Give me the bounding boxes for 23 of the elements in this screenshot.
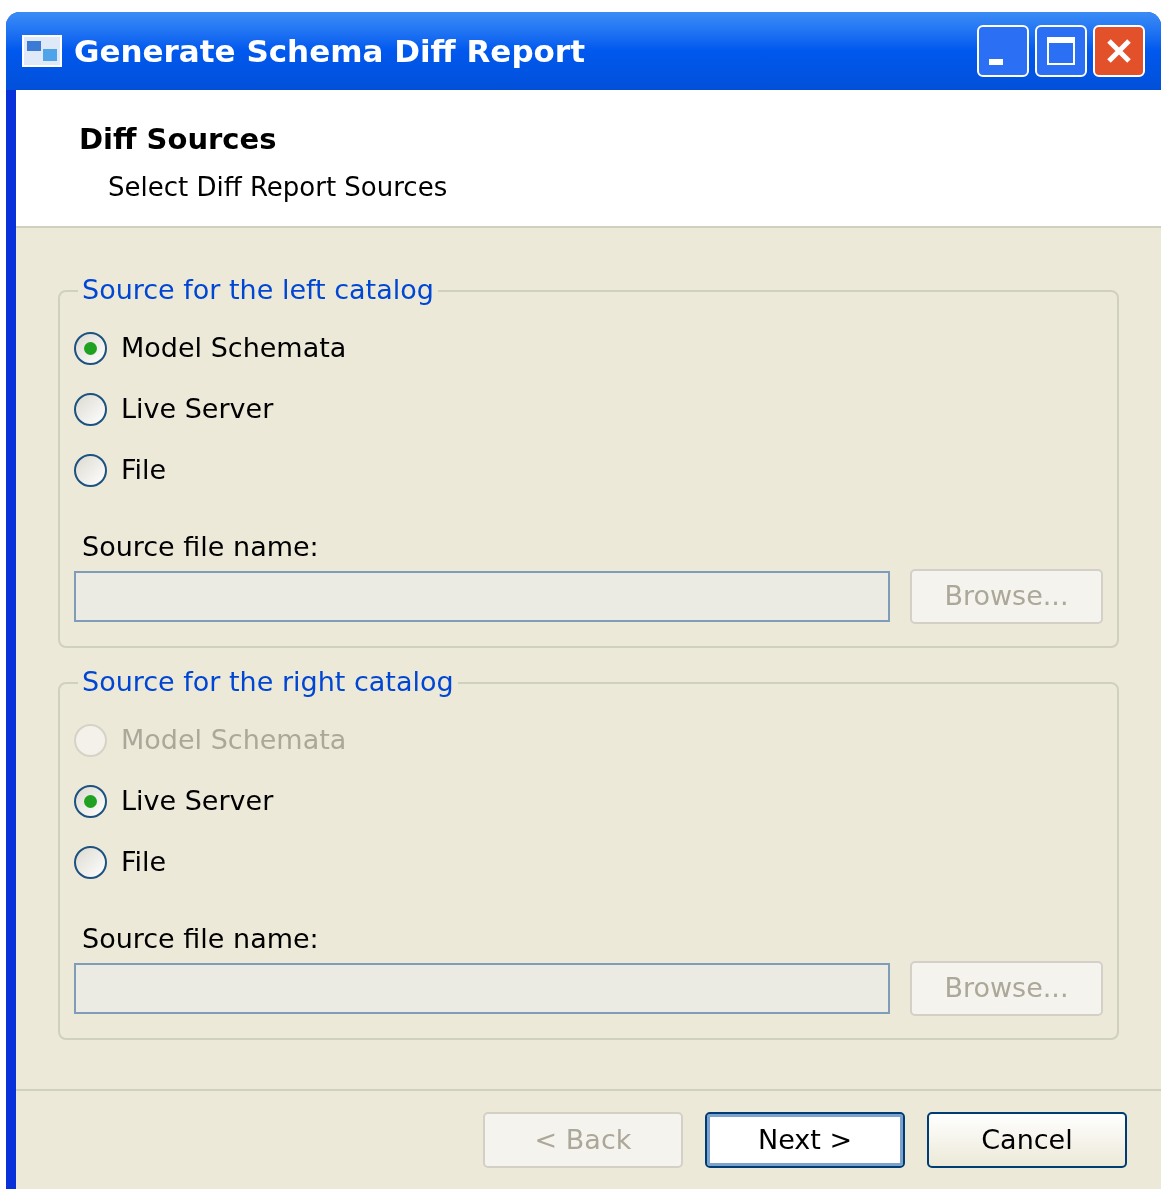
radio-button[interactable] bbox=[74, 332, 107, 365]
radio-button[interactable] bbox=[74, 846, 107, 879]
close-icon bbox=[1105, 37, 1133, 65]
radio-button[interactable] bbox=[74, 785, 107, 818]
close-button[interactable] bbox=[1093, 25, 1145, 77]
radio-label: File bbox=[121, 845, 167, 880]
radio-button[interactable] bbox=[74, 454, 107, 487]
window-title: Generate Schema Diff Report bbox=[74, 31, 585, 71]
radio-label: Model Schemata bbox=[121, 723, 347, 758]
window-icon bbox=[22, 35, 62, 67]
radio-label: File bbox=[121, 453, 167, 488]
page-title: Diff Sources bbox=[79, 121, 278, 158]
radio-button[interactable] bbox=[74, 393, 107, 426]
radio-label: Live Server bbox=[121, 392, 274, 427]
radio-label: Model Schemata bbox=[121, 331, 347, 366]
field-label: Source file name: bbox=[82, 922, 320, 956]
page-subtitle: Select Diff Report Sources bbox=[108, 170, 449, 204]
field-label: Source file name: bbox=[82, 530, 320, 564]
minimize-button[interactable] bbox=[977, 25, 1029, 77]
dialog-button[interactable]: Cancel bbox=[927, 1112, 1127, 1168]
maximize-button[interactable] bbox=[1035, 25, 1087, 77]
radio-label: Live Server bbox=[121, 784, 274, 819]
dialog-button[interactable]: Next > bbox=[705, 1112, 905, 1168]
